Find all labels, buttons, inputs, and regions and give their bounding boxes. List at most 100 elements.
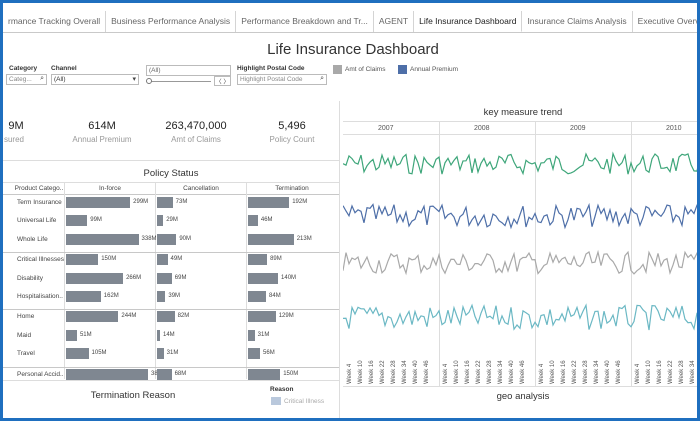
bar-inforce[interactable] — [66, 272, 124, 284]
bar-value-label: 162M — [103, 293, 119, 299]
bar-cancel[interactable] — [157, 348, 164, 360]
bar-inforce[interactable] — [66, 197, 131, 208]
week-tick-label: Week 10 — [550, 360, 556, 384]
bar-cancel[interactable] — [157, 329, 160, 341]
bar-inforce[interactable] — [66, 215, 88, 227]
bar-term[interactable] — [248, 311, 276, 323]
range-stepper[interactable]: 〈 〉 — [214, 76, 231, 86]
geo-analysis-title: geo analysis — [496, 391, 550, 402]
tab-item[interactable]: Life Insurance Dashboard — [414, 11, 523, 32]
range-slider-handle[interactable] — [146, 78, 152, 84]
premium-legend-label: Annual Premium — [410, 66, 459, 73]
bar-inforce[interactable] — [66, 233, 139, 245]
range-slider-track[interactable] — [149, 81, 211, 82]
bar-cancel[interactable] — [157, 311, 175, 323]
bar-inforce[interactable] — [66, 329, 77, 341]
reason-legend-item: Critical Illness — [284, 398, 325, 405]
category-filter-input[interactable]: Categ... ⌕ — [6, 74, 47, 85]
bar-value-label: 39M — [168, 293, 181, 299]
week-tick-label: Week 4 — [539, 363, 545, 384]
bar-term[interactable] — [248, 348, 261, 360]
week-tick-label: Week 34 — [498, 360, 504, 384]
trend-line-2[interactable] — [343, 249, 700, 276]
bar-cancel[interactable] — [157, 291, 166, 302]
bar-value-label: 299M — [133, 199, 149, 205]
bar-value-label: 89M — [270, 256, 282, 263]
group-divider — [3, 309, 339, 311]
week-tick-label: Week 34 — [690, 360, 696, 384]
bar-term[interactable] — [248, 329, 255, 341]
premium-legend-swatch — [398, 65, 407, 74]
channel-dropdown[interactable]: (All) ▾ — [51, 74, 139, 85]
tab-item[interactable]: AGENT — [374, 11, 415, 32]
bar-value-label: 46M — [260, 217, 273, 224]
kpi-policy-count-value: 5,496 — [278, 120, 306, 132]
tab-item[interactable]: rmance Tracking Overall — [3, 11, 107, 32]
bar-inforce[interactable] — [66, 348, 89, 360]
bar-value-label: 192M — [292, 199, 308, 205]
bar-term[interactable] — [248, 272, 279, 284]
bar-value-label: 82M — [177, 313, 190, 320]
search-icon: ⌕ — [320, 75, 324, 82]
bar-value-label: 31M — [257, 331, 270, 338]
week-tick-label: Week 16 — [369, 360, 375, 384]
bar-term[interactable] — [248, 233, 294, 245]
col-header-termination: Termination — [275, 185, 309, 192]
divider — [3, 160, 339, 161]
col-header-cancellation: Cancellation — [183, 185, 219, 192]
category-filter-label: Category — [9, 65, 38, 72]
range-filter-value: (All) — [149, 67, 161, 74]
divider — [343, 386, 697, 387]
product-category-label: Personal Accid.. — [17, 370, 64, 378]
bar-term[interactable] — [248, 291, 267, 302]
bar-inforce[interactable] — [66, 311, 119, 323]
group-divider — [3, 252, 339, 254]
termination-reason-title: Termination Reason — [90, 390, 176, 401]
tab-item[interactable]: Executive Overview — [633, 11, 697, 32]
col-header-inforce: In-force — [98, 185, 122, 192]
tab-item[interactable]: Business Performance Analysis — [106, 11, 237, 32]
group-divider — [3, 366, 339, 368]
reason-legend-swatch — [271, 397, 281, 405]
bar-value-label: 99M — [90, 217, 102, 224]
bar-term[interactable] — [248, 197, 290, 208]
year-header: 2009 — [570, 125, 586, 132]
product-category-label: Critical Illnesses — [17, 256, 64, 264]
bar-term[interactable] — [248, 254, 268, 266]
year-header: 2008 — [474, 125, 490, 132]
trend-line-0[interactable] — [343, 151, 700, 176]
week-tick-label: Week 10 — [646, 360, 652, 384]
bar-inforce[interactable] — [66, 291, 101, 302]
week-tick-label: Week 46 — [616, 360, 622, 384]
bar-inforce[interactable] — [66, 368, 148, 380]
range-filter-box[interactable]: (All) — [146, 65, 231, 76]
divider — [3, 194, 339, 195]
tab-item[interactable]: Performance Breakdown and Tr... — [236, 11, 374, 32]
bar-cancel[interactable] — [157, 233, 177, 245]
bar-cancel[interactable] — [157, 368, 172, 380]
product-category-label: Maid — [17, 331, 32, 339]
product-category-label: Travel — [17, 350, 35, 358]
bar-term[interactable] — [248, 368, 281, 380]
bar-cancel[interactable] — [157, 272, 172, 284]
divider — [3, 182, 339, 183]
dropdown-arrow-icon: ▾ — [132, 76, 136, 83]
trend-line-3[interactable] — [343, 303, 700, 331]
bar-value-label: 213M — [296, 235, 312, 242]
bar-cancel[interactable] — [157, 197, 173, 208]
bar-term[interactable] — [248, 215, 258, 227]
divider — [246, 182, 247, 379]
week-tick-label: Week 10 — [358, 360, 364, 384]
trend-line-1[interactable] — [343, 202, 700, 230]
bar-value-label: 51M — [79, 331, 92, 338]
divider — [155, 182, 156, 379]
divider — [3, 380, 339, 381]
kpi-claims-value: 263,470,000 — [165, 120, 227, 132]
bar-inforce[interactable] — [66, 254, 99, 266]
week-tick-label: Week 4 — [347, 363, 353, 384]
tab-item[interactable]: Insurance Claims Analysis — [522, 11, 633, 32]
bar-cancel[interactable] — [157, 215, 164, 227]
bar-cancel[interactable] — [157, 254, 168, 266]
week-tick-label: Week 22 — [476, 360, 482, 384]
postal-code-input[interactable]: Highlight Postal Code ⌕ — [237, 74, 327, 85]
